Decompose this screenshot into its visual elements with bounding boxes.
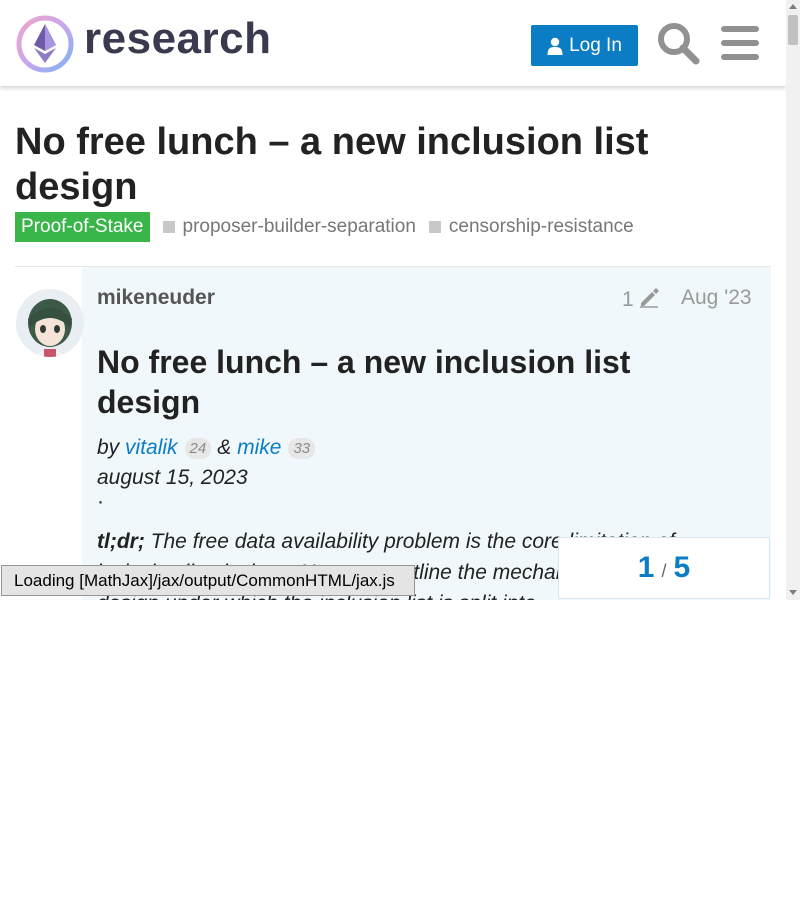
topic-tags: Proof-of-Stake proposer-builder-separati… (15, 212, 634, 242)
edit-count: 1 (622, 288, 634, 311)
topic-title[interactable]: No free lunch – a new inclusion list des… (15, 120, 715, 210)
tag-square-icon (162, 221, 175, 233)
byline-ampersand: & (217, 436, 232, 459)
tag-censorship-resistance[interactable]: censorship-resistance (428, 216, 634, 238)
site-header: research Log In (0, 0, 786, 86)
topic-progress-indicator[interactable]: 1 / 5 (558, 537, 770, 599)
progress-separator: / (661, 560, 667, 581)
tldr-label: tl;dr; (97, 530, 145, 553)
scrollbar-thumb[interactable] (788, 15, 798, 45)
tag-square-icon (428, 221, 441, 233)
post-author-name[interactable]: mikeneuder (97, 286, 215, 310)
progress-total: 5 (673, 551, 691, 584)
vertical-scrollbar[interactable] (786, 0, 800, 600)
byline-prefix: by (97, 436, 120, 459)
post-date[interactable]: Aug '23 (681, 286, 752, 310)
progress-current: 1 (637, 551, 655, 584)
hamburger-menu-icon[interactable] (720, 25, 760, 61)
author-link-vitalik[interactable]: vitalik (125, 436, 178, 460)
post-dateline: august 15, 2023 (97, 466, 248, 489)
author-link-mike[interactable]: mike (237, 436, 281, 460)
ethresearch-logo-icon[interactable] (16, 15, 74, 73)
separator-dot: · (97, 490, 104, 513)
avatar[interactable] (16, 289, 84, 357)
author-badge-count[interactable]: 33 (288, 437, 316, 459)
tag-label: proposer-builder-separation (182, 216, 416, 237)
edit-history-button[interactable]: 1 (622, 286, 660, 314)
page-viewport: research Log In No free lunch – a new in… (0, 0, 786, 600)
pencil-icon (638, 286, 660, 314)
mathjax-loading-status: Loading [MathJax]/jax/output/CommonHTML/… (1, 565, 415, 596)
author-badge-count[interactable]: 24 (184, 437, 212, 459)
category-badge[interactable]: Proof-of-Stake (15, 212, 150, 242)
user-icon (547, 37, 563, 55)
search-icon[interactable] (656, 21, 700, 65)
login-button[interactable]: Log In (531, 25, 638, 66)
scroll-down-arrow-icon[interactable] (789, 590, 797, 595)
tag-label: censorship-resistance (448, 216, 634, 237)
brand-name[interactable]: research (84, 14, 271, 64)
scroll-up-arrow-icon[interactable] (789, 4, 797, 9)
login-label: Log In (569, 34, 622, 56)
post-byline: by vitalik 24 & mike 33 (97, 436, 321, 460)
tag-proposer-builder-separation[interactable]: proposer-builder-separation (162, 216, 416, 238)
post-heading: No free lunch – a new inclusion list des… (97, 344, 631, 420)
